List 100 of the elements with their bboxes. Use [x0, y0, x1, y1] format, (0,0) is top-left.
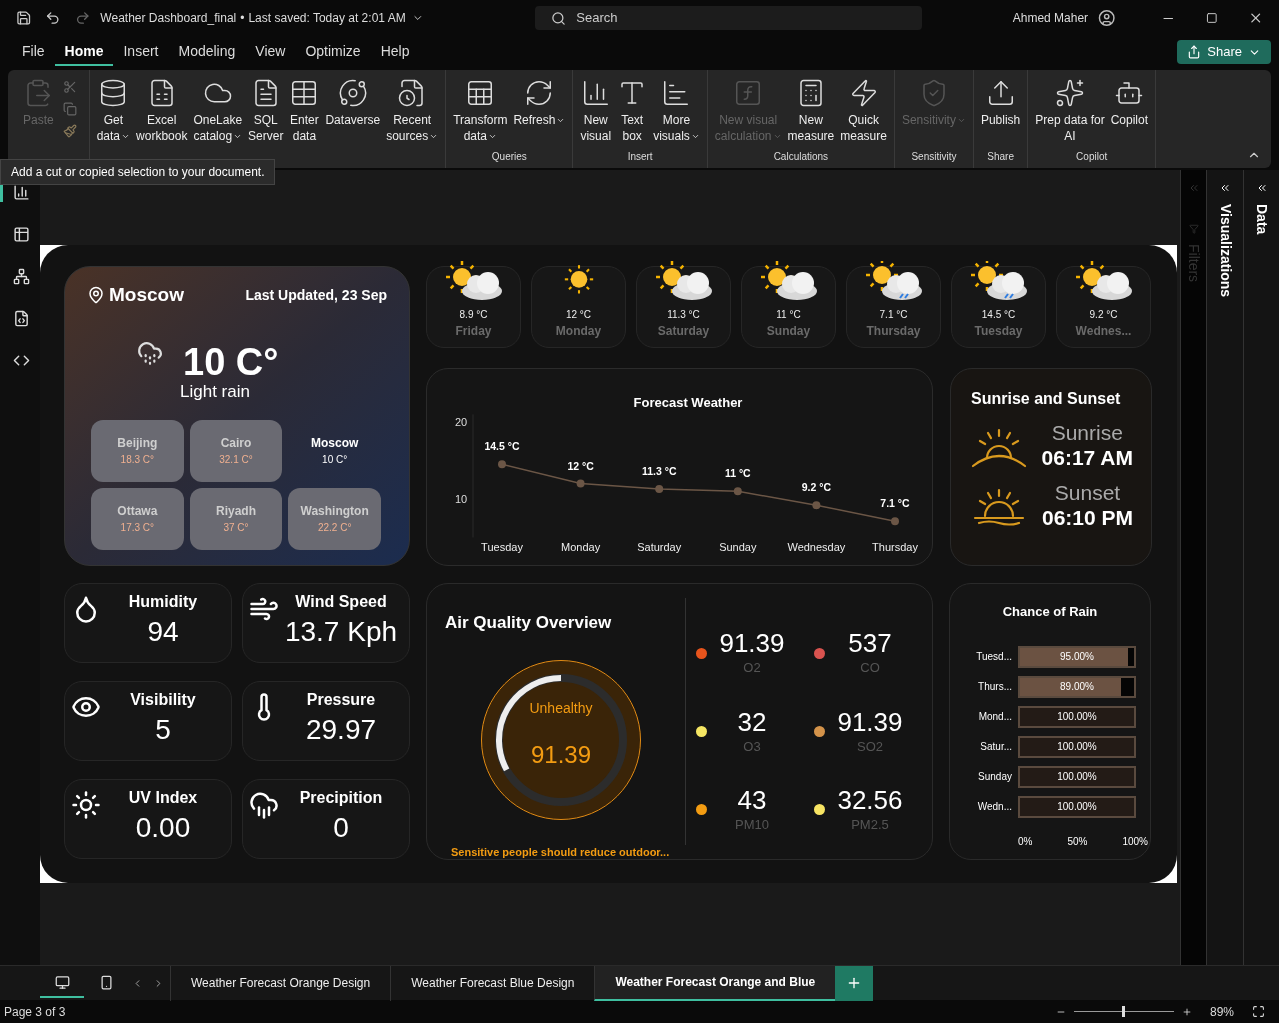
location-pin-icon [87, 286, 105, 305]
zoom-level: 89% [1209, 1003, 1234, 1021]
city-name: Moscow [109, 283, 184, 307]
menu-tab[interactable]: View [245, 38, 296, 66]
value-label: 7.1 °C [880, 497, 910, 510]
ribbon-button[interactable]: SQL Server [245, 78, 287, 144]
bar-value: 100.00% [1056, 800, 1098, 814]
day-temperature: 11.3 °C [667, 308, 700, 322]
user-name: Ahmed Maher [1012, 10, 1089, 27]
card-title: Chance of Rain [1001, 603, 1099, 621]
air-status: Unhealthy [529, 699, 593, 718]
city-button[interactable]: Moscow 10 C° [288, 419, 381, 482]
axis-label: 100% [1122, 834, 1148, 849]
phone-icon [98, 974, 114, 990]
cut-icon[interactable] [62, 80, 77, 94]
page-indicator: Page 3 of 3 [4, 1003, 66, 1021]
expand-icon[interactable] [1219, 182, 1231, 194]
metric-value: 94 [147, 615, 179, 649]
redo-icon[interactable] [74, 10, 91, 26]
axis-label: Saturday [637, 541, 682, 553]
undo-icon[interactable] [45, 10, 61, 26]
ribbon-button[interactable]: Refresh [510, 78, 569, 128]
value-label: 12 °C [567, 459, 594, 472]
ribbon-button[interactable]: Dataverse [322, 78, 384, 128]
axis-label: Thursday [872, 541, 918, 553]
ribbon-button[interactable]: Quick measure [837, 78, 890, 144]
page-tab[interactable]: Weather Forecast Orange and Blue [594, 965, 836, 1001]
chart-title: Forecast Weather [633, 395, 743, 410]
day-name: Tuesday [974, 323, 1023, 340]
format-painter-icon[interactable] [62, 124, 77, 138]
tooltip: Add a cut or copied selection to your document. [0, 159, 276, 185]
ribbon-button[interactable]: More visuals [650, 78, 703, 144]
day-name: Monday [555, 323, 602, 340]
pollutant-value: 32.56 [837, 785, 903, 816]
menu-tab[interactable]: Modeling [168, 38, 246, 66]
ribbon-button[interactable]: Publish [977, 78, 1024, 128]
group-label: Calculations [772, 150, 830, 164]
zoom-in-icon[interactable] [1181, 1006, 1192, 1017]
ribbon-button[interactable]: Get data [93, 78, 134, 144]
ribbon-button[interactable]: New visual [577, 78, 615, 144]
last-updated: Last Updated, 23 Sep [245, 285, 387, 305]
air-value: 91.39 [530, 740, 592, 770]
metric-label: Precipition [299, 788, 383, 808]
pollutant-name: CO [860, 659, 880, 678]
menu-tab[interactable]: Help [370, 38, 420, 66]
ribbon-button[interactable]: Copilot [1107, 78, 1152, 128]
code-file-icon [13, 309, 30, 327]
menu-tab[interactable]: File [12, 38, 55, 66]
orbit-icon [337, 78, 368, 108]
metric-value: 0 [333, 811, 349, 845]
add-page-button[interactable] [835, 965, 874, 1001]
filter-icon [1188, 224, 1199, 234]
avatar-icon[interactable] [1098, 9, 1116, 27]
day-name: Thursday [866, 323, 921, 340]
metric-value: 13.7 Kph [284, 615, 398, 649]
sun-label: Sunrise [1051, 421, 1123, 445]
rain-cloud-icon [137, 339, 163, 366]
zoom-thumb[interactable] [1122, 1006, 1126, 1017]
day-temperature: 8.9 °C [459, 308, 488, 322]
menu-tab[interactable]: Home [54, 38, 114, 66]
ribbon-button[interactable]: OneLake catalog [190, 78, 246, 144]
page-tab[interactable]: Weather Forecast Orange Design [170, 965, 391, 1001]
pane-tab[interactable]: Visualizations [1214, 204, 1236, 298]
ribbon-button[interactable]: Prep data for AI [1032, 78, 1108, 144]
ribbon-button[interactable]: Enter data [286, 78, 323, 144]
bar-value: 100.00% [1056, 770, 1098, 784]
zoom-slider[interactable] [1073, 1006, 1174, 1017]
search-field[interactable]: Search [535, 6, 922, 30]
pane-tab[interactable]: Data [1251, 204, 1272, 235]
table-icon [13, 225, 30, 243]
value-label: 9.2 °C [801, 481, 832, 494]
sparkles-icon [1055, 78, 1085, 108]
ribbon-button[interactable]: Text box [614, 78, 651, 144]
day-name: Sunday [766, 323, 811, 340]
value-label: 11 °C [724, 467, 751, 480]
ribbon-button[interactable]: New measure [784, 78, 838, 144]
group-label: Queries [490, 150, 528, 164]
monitor-icon [54, 974, 70, 990]
fit-page-icon[interactable] [1252, 1005, 1265, 1018]
day-temperature: 7.1 °C [879, 308, 908, 322]
ribbon-button[interactable]: Excel workbook [133, 78, 191, 144]
report-icon [13, 183, 30, 201]
maximize-icon[interactable] [1205, 12, 1218, 24]
last-saved: Last saved: Today at 2:01 AM [248, 10, 406, 27]
sun-label: Sunset [1054, 481, 1121, 505]
day-temperature: 11 °C [776, 308, 801, 322]
row-label: Satur... [979, 740, 1013, 754]
save-icon[interactable] [16, 10, 32, 26]
axis-label: 0% [1018, 834, 1033, 849]
metric-value: 0.00 [135, 811, 191, 845]
axis-label: Wednesday [787, 541, 846, 553]
day-name: Saturday [657, 323, 710, 340]
menu-tab[interactable]: Optimize [295, 38, 371, 66]
ribbon-button[interactable]: Transform data [450, 78, 511, 144]
menu-tab[interactable]: Insert [113, 38, 169, 66]
share-button[interactable]: Share [1177, 40, 1271, 64]
metric-label: Humidity [128, 592, 198, 612]
axis-label: Sunday [719, 541, 757, 553]
copy-icon[interactable] [62, 102, 77, 116]
ribbon-button[interactable]: Recent sources [383, 78, 442, 144]
